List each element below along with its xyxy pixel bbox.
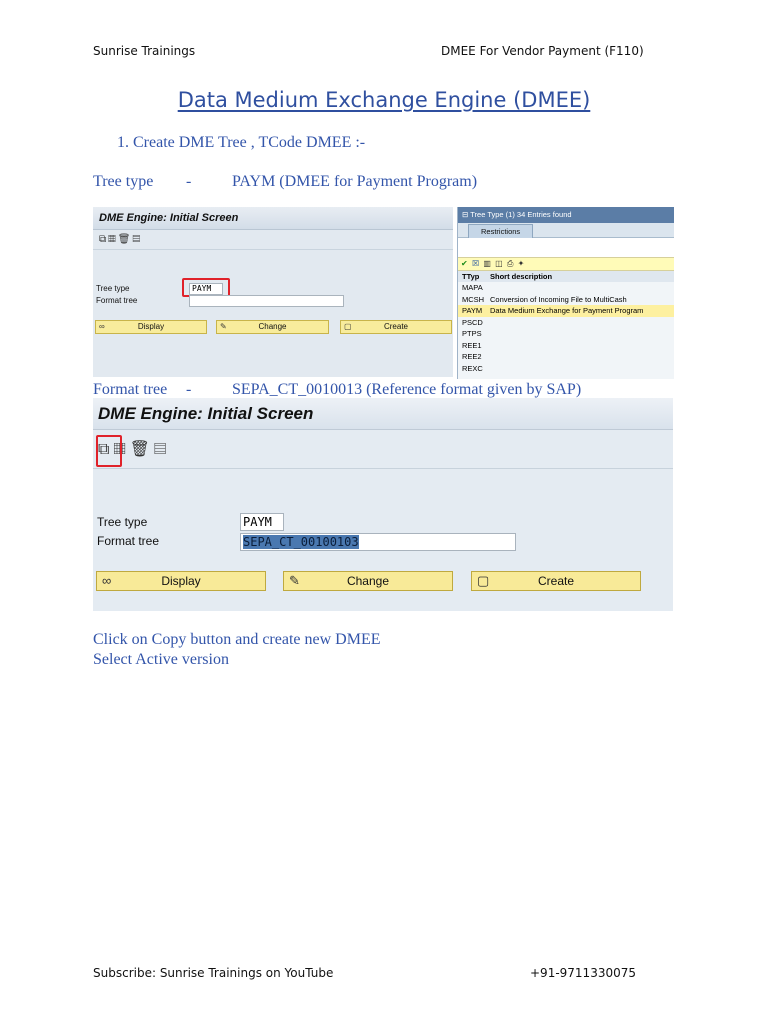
sap-screen-large: DME Engine: Initial Screen ⧉▦🗑▤ Tree typ…: [93, 398, 673, 611]
glasses-icon: ∞: [99, 322, 105, 331]
header-right: DMEE For Vendor Payment (F110): [441, 44, 644, 58]
popup-title: ⊟ Tree Type (1) 34 Entries found: [458, 207, 674, 223]
tree-type-label: Tree type: [97, 515, 148, 529]
list-item[interactable]: MCSH Conversion of Incoming File to Multi…: [458, 294, 674, 306]
tree-type-dash: -: [186, 173, 192, 190]
header-left: Sunrise Trainings: [93, 44, 196, 58]
divider: [93, 249, 453, 250]
delete-icon[interactable]: 🗑: [118, 234, 133, 245]
settings-icon[interactable]: ✦: [518, 259, 526, 268]
popup-icon: ⊟: [462, 210, 471, 219]
binoculars-icon[interactable]: ◫: [495, 259, 504, 268]
create-button[interactable]: ▢ Create: [471, 571, 641, 591]
format-tree-input[interactable]: [189, 295, 344, 307]
change-button[interactable]: ✎ Change: [216, 320, 329, 334]
format-tree-value: SEPA_CT_00100103: [243, 535, 359, 549]
list-item[interactable]: REXC: [458, 363, 674, 375]
transfer-icon[interactable]: ▤: [132, 234, 142, 245]
note-copy: Click on Copy button and create new DMEE: [93, 631, 381, 648]
glasses-icon: ∞: [102, 573, 112, 588]
page-icon: ▢: [477, 573, 490, 588]
tree-type-input[interactable]: PAYM: [240, 513, 284, 531]
display-button[interactable]: ∞ Display: [96, 571, 266, 591]
format-tree-input[interactable]: SEPA_CT_00100103: [240, 533, 516, 551]
divider: [93, 468, 673, 469]
list-item-selected[interactable]: PAYM Data Medium Exchange for Payment Pro…: [458, 305, 674, 317]
page-icon: ▢: [344, 322, 352, 331]
screen-title: DME Engine: Initial Screen: [93, 398, 673, 430]
format-tree-dash: -: [186, 381, 192, 398]
toolbar: ⧉▦🗑▤: [99, 234, 142, 245]
filter-icon[interactable]: ▥: [483, 259, 492, 268]
popup-toolbar: ✔ ☒ ▥ ◫ ⎙ ✦: [458, 257, 674, 271]
format-tree-description: SEPA_CT_0010013 (Reference format given …: [232, 381, 582, 398]
format-tree-label: Format tree: [93, 381, 168, 398]
pencil-icon: ✎: [220, 322, 227, 331]
popup-column-header: TTyp Short description: [458, 271, 674, 282]
format-tree-label: Format tree: [97, 534, 160, 548]
popup-tabs: Restrictions: [458, 223, 674, 238]
list-item[interactable]: PTPS: [458, 328, 674, 340]
step-1-text: 1. Create DME Tree , TCode DMEE :-: [117, 134, 366, 151]
list-item[interactable]: REE1: [458, 340, 674, 352]
list-item[interactable]: PSCD: [458, 317, 674, 329]
screen-title: DME Engine: Initial Screen: [93, 207, 453, 230]
tab-restrictions[interactable]: Restrictions: [468, 224, 534, 238]
list-item[interactable]: MAPA: [458, 282, 674, 294]
create-button[interactable]: ▢ Create: [340, 320, 452, 334]
tree-type-label: Tree type: [93, 173, 154, 190]
check-icon[interactable]: ✔: [461, 259, 469, 268]
footer-right: +91-9711330075: [530, 966, 637, 980]
transfer-icon[interactable]: ▤: [154, 441, 170, 458]
note-active-version: Select Active version: [93, 651, 229, 668]
change-button[interactable]: ✎ Change: [283, 571, 453, 591]
copy-highlight-box: [96, 435, 122, 467]
delete-icon[interactable]: 🗑: [130, 441, 154, 458]
pencil-icon: ✎: [289, 573, 300, 588]
footer-left: Subscribe: Sunrise Trainings on YouTube: [93, 966, 334, 980]
list-item[interactable]: REE2: [458, 351, 674, 363]
sap-screen-small: DME Engine: Initial Screen ⧉▦🗑▤ Tree typ…: [93, 207, 453, 377]
tree-type-label: Tree type: [96, 284, 130, 293]
tree-type-popup: ⊟ Tree Type (1) 34 Entries found Restric…: [457, 207, 674, 379]
cancel-icon[interactable]: ☒: [472, 259, 480, 268]
page-title: Data Medium Exchange Engine (DMEE): [177, 88, 591, 112]
format-tree-label: Format tree: [96, 296, 138, 305]
copy-icon[interactable]: ⧉: [99, 234, 108, 245]
print-icon[interactable]: ⎙: [507, 259, 514, 268]
tree-type-description: PAYM (DMEE for Payment Program): [232, 173, 478, 190]
transport-icon[interactable]: ▦: [108, 234, 118, 245]
display-button[interactable]: ∞ Display: [95, 320, 207, 334]
